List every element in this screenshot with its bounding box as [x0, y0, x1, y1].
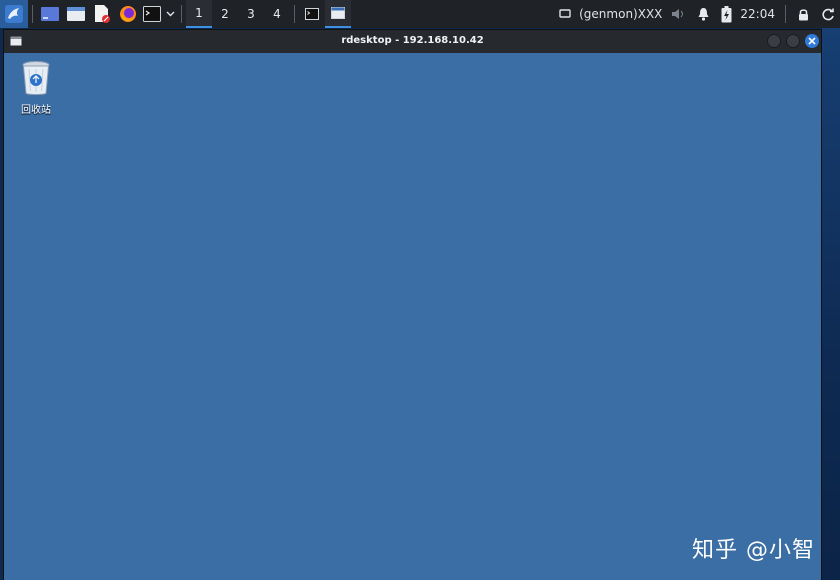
genmon-plugin[interactable]: (genmon)XXX — [575, 0, 666, 28]
rdesktop-window: rdesktop - 192.168.10.42 回收站 知乎 @小智 — [3, 29, 822, 580]
window-titlebar[interactable]: rdesktop - 192.168.10.42 — [4, 30, 821, 53]
desktop-icon — [41, 7, 59, 21]
desktop-background — [822, 28, 840, 580]
chevron-down-icon — [166, 11, 174, 17]
firefox-icon — [120, 6, 136, 22]
taskbar-rdesktop-button[interactable] — [325, 0, 351, 28]
genmon-label: (genmon)XXX — [579, 7, 663, 21]
clock-time: 22:04 — [740, 7, 775, 21]
recycle-bin-shortcut[interactable]: 回收站 — [18, 60, 54, 116]
workspace-1[interactable]: 1 — [186, 0, 212, 28]
remote-desktop-area[interactable]: 回收站 知乎 @小智 — [4, 53, 821, 580]
taskbar-terminal-button[interactable] — [299, 0, 325, 28]
panel-separator — [785, 5, 786, 23]
bell-icon — [698, 8, 709, 21]
window-icon — [331, 7, 345, 19]
terminal-icon — [305, 8, 319, 20]
firefox-launcher[interactable] — [115, 0, 141, 28]
battery-charging-icon — [721, 5, 732, 22]
volume-button[interactable] — [666, 0, 690, 28]
terminal-icon — [143, 6, 161, 22]
terminal-dropdown-button[interactable] — [163, 0, 177, 28]
close-button[interactable] — [805, 34, 819, 48]
battery-button[interactable] — [716, 0, 736, 28]
logout-button[interactable] — [816, 0, 840, 28]
window-title: rdesktop - 192.168.10.42 — [341, 35, 484, 46]
close-icon — [808, 37, 816, 45]
show-desktop-button[interactable] — [37, 0, 63, 28]
app-menu-button[interactable] — [0, 0, 28, 28]
genmon-icon-button[interactable] — [555, 0, 575, 28]
workspace-2[interactable]: 2 — [212, 0, 238, 28]
panel-separator — [294, 5, 295, 23]
workspace-label: 2 — [221, 7, 229, 21]
recycle-bin-icon — [22, 61, 50, 95]
speaker-icon — [672, 9, 684, 19]
lock-screen-button[interactable] — [790, 0, 816, 28]
power-refresh-icon — [821, 8, 834, 20]
terminal-launcher[interactable] — [141, 0, 163, 28]
dragon-logo-icon — [5, 5, 23, 23]
minimize-button[interactable] — [767, 34, 781, 48]
recycle-bin-label: 回收站 — [21, 105, 51, 116]
text-editor-launcher[interactable] — [89, 0, 115, 28]
monitor-icon — [559, 9, 571, 18]
workspace-4[interactable]: 4 — [264, 0, 290, 28]
file-manager-launcher[interactable] — [63, 0, 89, 28]
document-icon — [95, 5, 110, 23]
watermark: 知乎 @小智 — [692, 538, 815, 563]
panel-separator — [181, 5, 182, 23]
workspace-label: 1 — [195, 6, 203, 20]
notifications-button[interactable] — [690, 0, 716, 28]
maximize-button[interactable] — [786, 34, 800, 48]
system-tray: (genmon)XXX 22:04 — [555, 0, 840, 28]
workspace-label: 4 — [273, 7, 281, 21]
top-panel: 1 2 3 4 (genmon)XXX 22:04 — [0, 0, 840, 28]
panel-separator — [32, 5, 33, 23]
workspace-3[interactable]: 3 — [238, 0, 264, 28]
clock[interactable]: 22:04 — [736, 0, 781, 28]
lock-icon — [798, 8, 808, 20]
workspace-label: 3 — [247, 7, 255, 21]
folder-icon — [67, 7, 85, 21]
